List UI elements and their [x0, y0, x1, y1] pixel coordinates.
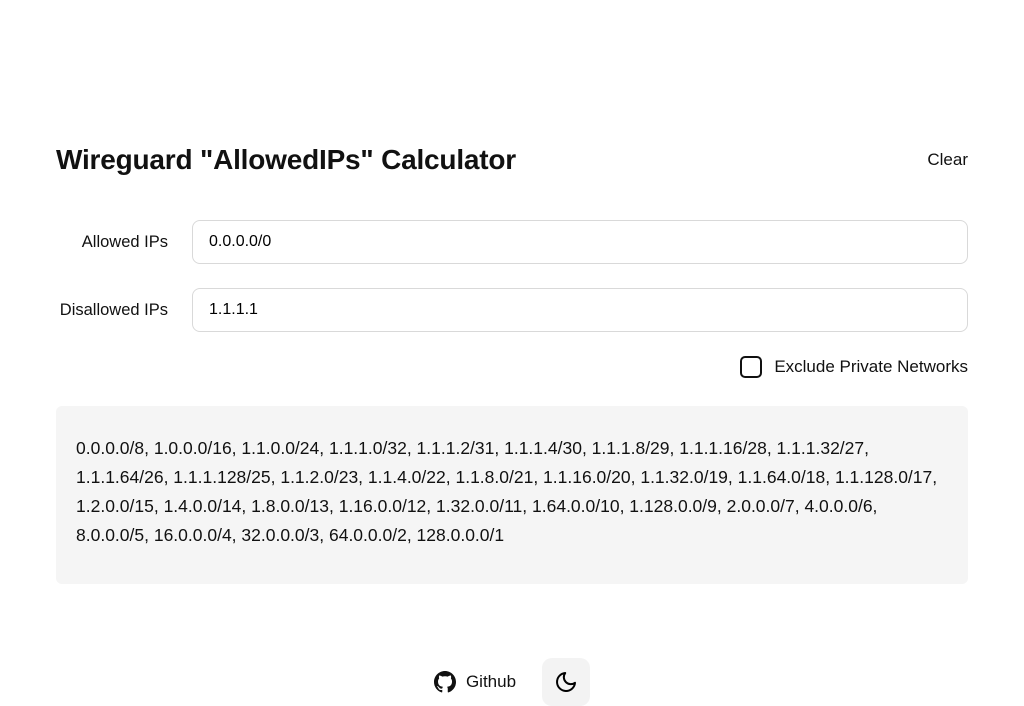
exclude-private-label[interactable]: Exclude Private Networks — [774, 357, 968, 377]
github-label: Github — [466, 672, 516, 692]
github-icon — [434, 671, 456, 693]
moon-icon — [554, 670, 578, 694]
allowed-ips-input[interactable] — [192, 220, 968, 264]
result-output: 0.0.0.0/8, 1.0.0.0/16, 1.1.0.0/24, 1.1.1… — [56, 406, 968, 584]
github-link[interactable]: Github — [434, 671, 516, 693]
disallowed-ips-input[interactable] — [192, 288, 968, 332]
exclude-private-row: Exclude Private Networks — [56, 356, 968, 378]
exclude-private-checkbox[interactable] — [740, 356, 762, 378]
page-title: Wireguard "AllowedIPs" Calculator — [56, 144, 516, 176]
allowed-ips-label: Allowed IPs — [56, 233, 192, 252]
clear-button[interactable]: Clear — [927, 150, 968, 170]
header: Wireguard "AllowedIPs" Calculator Clear — [56, 0, 968, 220]
theme-toggle-button[interactable] — [542, 658, 590, 706]
footer: Github — [56, 658, 968, 706]
allowed-ips-row: Allowed IPs — [56, 220, 968, 264]
disallowed-ips-row: Disallowed IPs — [56, 288, 968, 332]
disallowed-ips-label: Disallowed IPs — [56, 301, 192, 320]
